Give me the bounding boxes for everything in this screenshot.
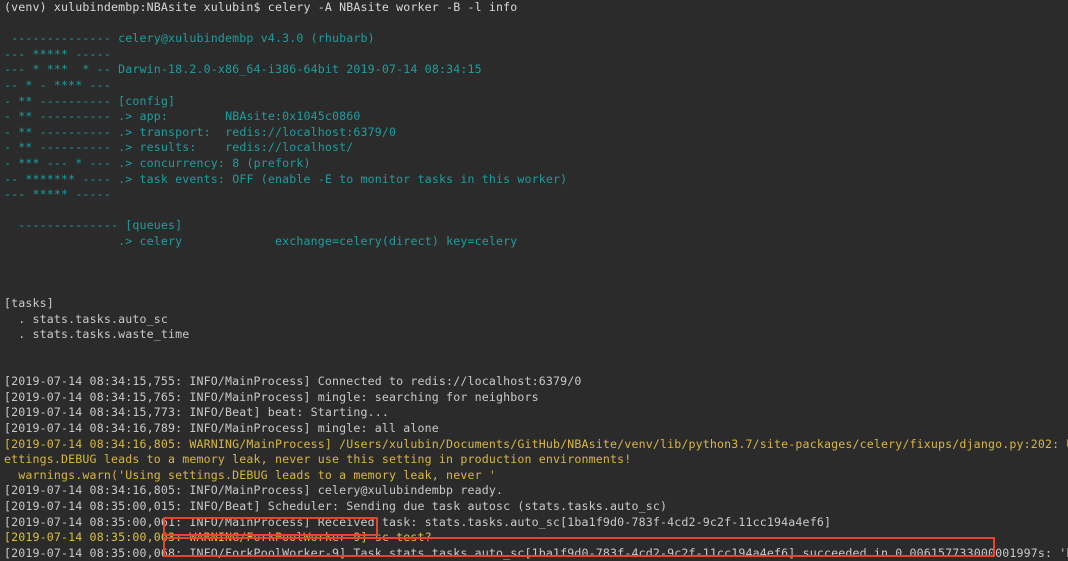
log-line-mingle-searching: [2019-07-14 08:34:15,765: INFO/MainProce…: [4, 389, 539, 404]
log-line-connected: [2019-07-14 08:34:15,755: INFO/MainProce…: [4, 374, 582, 389]
task-name-waste-time: . stats.tasks.waste_time: [18, 327, 190, 342]
banner-art-line-1: --- ***** -----: [4, 46, 119, 61]
banner-art-2: --- * *** * --: [4, 62, 119, 77]
config-row-transport: - ** ---------- .> transport: redis://lo…: [0, 125, 1068, 141]
config-key-results: .> results:: [118, 140, 197, 155]
log-line-highlighted-warning: [2019-07-14 08:35:00,063: WARNING/ForkPo…: [0, 530, 1068, 546]
spacer-line-5: [0, 281, 1068, 297]
queue-name-celery: .> celery: [118, 233, 183, 248]
banner-art-9: -- ******* ----: [4, 171, 119, 186]
log-line-beat-starting: [2019-07-14 08:34:15,773: INFO/Beat] bea…: [4, 405, 390, 420]
banner-platform-line: --- * *** * -- Darwin-18.2.0-x86_64-i386…: [0, 62, 1068, 78]
task-indent-1: [4, 312, 18, 326]
banner-art-11: --------------: [4, 218, 126, 233]
config-row-results: - ** ---------- .> results: redis://loca…: [0, 140, 1068, 156]
queues-row-celery: .> celery exchange=celery(direct) key=ce…: [0, 234, 1068, 250]
warning-line-2: ettings.DEBUG leads to a memory leak, ne…: [4, 452, 632, 467]
task-item-auto-sc: . stats.tasks.auto_sc: [0, 312, 1068, 328]
spacer-line-3: [0, 250, 1068, 266]
warning-line-3: warnings.warn('Using settings.DEBUG lead…: [4, 467, 496, 482]
queues-label: [queues]: [125, 218, 183, 233]
banner-art-line-10: --- ***** -----: [4, 187, 119, 202]
config-value-task-events: OFF (enable -E to monitor tasks in this …: [232, 171, 568, 186]
config-key-task-events: .> task events:: [118, 171, 226, 186]
banner-art-5: - ** ----------: [4, 109, 119, 124]
shell-prompt-line: (venv) xulubindembp:NBAsite xulubin$ cel…: [4, 0, 518, 14]
banner-art-4: - ** ----------: [4, 93, 119, 108]
config-row-concurrency: - *** --- * --- .> concurrency: 8 (prefo…: [0, 156, 1068, 172]
config-pad-app: [168, 109, 225, 123]
banner-art-line-3: -- * - **** ---: [4, 77, 119, 92]
highlighted-success-text: INFO/ForkPoolWorker-9] Task stats.tasks.…: [189, 545, 1068, 560]
task-indent-2: [4, 327, 18, 341]
warning-line-1: [2019-07-14 08:34:16,805: WARNING/MainPr…: [4, 436, 1068, 451]
log-line-scheduler-sending: [2019-07-14 08:35:00,015: INFO/Beat] Sch…: [4, 499, 668, 513]
config-value-transport: redis://localhost:6379/0: [225, 124, 397, 139]
task-item-waste-time: . stats.tasks.waste_time: [0, 327, 1068, 343]
spacer-line-4: [0, 265, 1068, 281]
banner-art-0: --------------: [4, 31, 119, 46]
banner-art-6: - ** ----------: [4, 124, 119, 139]
spacer-line-6: [0, 343, 1068, 359]
config-value-app: NBAsite:0x1045c0860: [225, 109, 361, 124]
banner-art-8: - *** --- * ---: [4, 155, 119, 170]
config-key-transport: .> transport:: [118, 124, 211, 139]
highlighted-warning-timestamp: [2019-07-14 08:35:00,063:: [4, 530, 190, 545]
banner-art-12: [4, 234, 118, 248]
banner-header-line: -------------- celery@xulubindembp v4.3.…: [0, 31, 1068, 47]
config-value-results: redis://localhost/: [225, 140, 354, 155]
highlighted-warning-text: WARNING/ForkPoolWorker-9] sc test?: [189, 530, 432, 545]
log-line-worker-ready: [2019-07-14 08:34:16,805: INFO/MainProce…: [4, 483, 504, 498]
log-line-mingle-all-alone: [2019-07-14 08:34:16,789: INFO/MainProce…: [4, 421, 439, 436]
config-label: [config]: [118, 93, 176, 108]
config-header-line: - ** ---------- [config]: [0, 94, 1068, 110]
tasks-label: [tasks]: [4, 296, 54, 311]
banner-platform-text: Darwin-18.2.0-x86_64-i386-64bit 2019-07-…: [118, 62, 482, 77]
log-line-received-task: [2019-07-14 08:35:00,061: INFO/MainProce…: [4, 514, 832, 529]
config-key-concurrency: .> concurrency:: [118, 155, 226, 170]
config-pad-transport: [211, 125, 225, 139]
spacer-line-2: [0, 203, 1068, 219]
config-key-app: .> app:: [118, 109, 169, 124]
terminal-window[interactable]: (venv) xulubindembp:NBAsite xulubin$ cel…: [0, 0, 1068, 561]
config-value-concurrency: 8 (prefork): [232, 155, 311, 170]
queue-value-celery: exchange=celery(direct) key=celery: [274, 233, 518, 248]
spacer-line-7: [0, 359, 1068, 375]
banner-header-text: celery@xulubindembp v4.3.0 (rhubarb): [118, 31, 375, 46]
banner-art-7: - ** ----------: [4, 140, 119, 155]
task-name-auto-sc: . stats.tasks.auto_sc: [18, 311, 168, 326]
log-line-highlighted-success: [2019-07-14 08:35:00,068: INFO/ForkPoolW…: [0, 546, 1068, 561]
config-row-app: - ** ---------- .> app: NBAsite:0x1045c0…: [0, 109, 1068, 125]
config-row-task-events: -- ******* ---- .> task events: OFF (ena…: [0, 172, 1068, 188]
config-pad-results: [197, 140, 226, 154]
queue-pad-celery: [182, 234, 275, 248]
highlighted-success-timestamp: [2019-07-14 08:35:00,068:: [4, 545, 190, 560]
queues-header-line: -------------- [queues]: [0, 218, 1068, 234]
